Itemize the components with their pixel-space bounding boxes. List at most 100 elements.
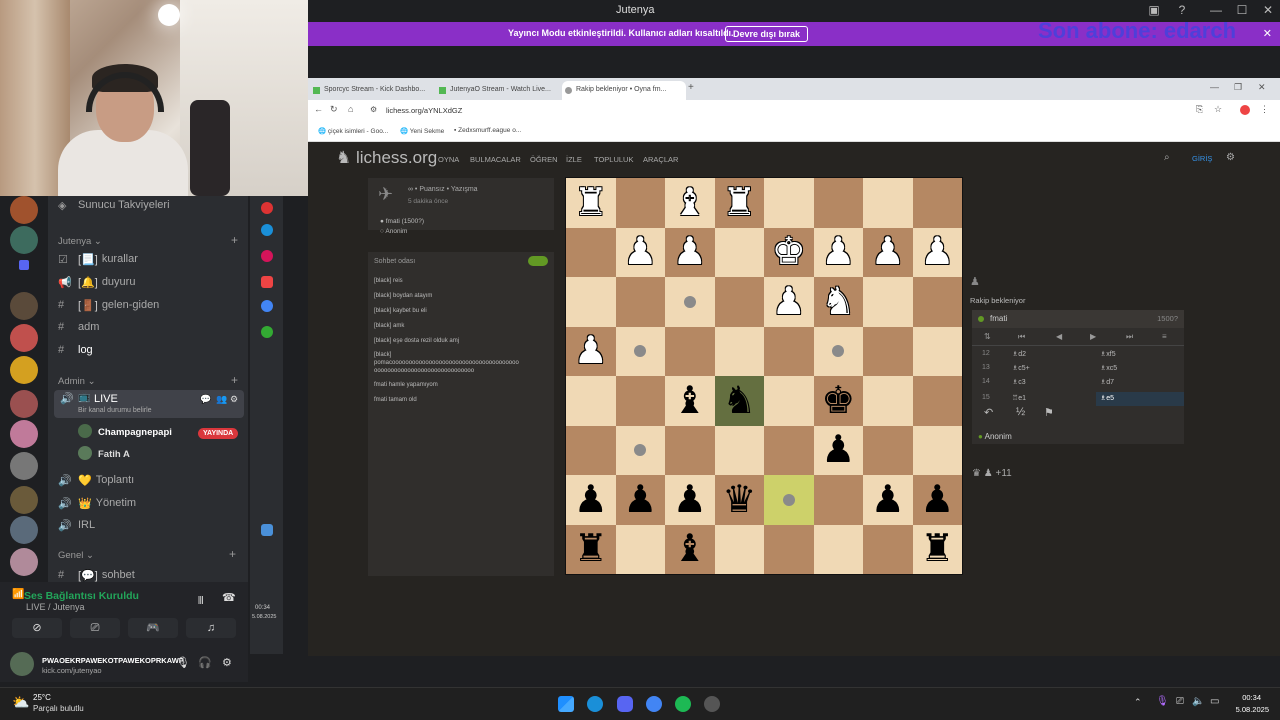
move-hint-dot[interactable] xyxy=(634,444,647,457)
server-icon[interactable] xyxy=(10,516,38,544)
black-bishop-icon[interactable]: ♝ xyxy=(673,382,707,420)
menu-icon[interactable]: ≡ xyxy=(1162,332,1167,341)
noise-suppression-icon[interactable]: 𝍫 xyxy=(198,592,204,611)
board-square[interactable] xyxy=(615,425,665,475)
channel-duyuru[interactable]: 📢 [🔔] duyuru xyxy=(58,273,135,291)
voice-channel-yonetim[interactable]: 🔊 👑 Yönetim xyxy=(58,494,136,512)
black-pawn-icon[interactable]: ♟ xyxy=(574,481,608,519)
server-icon[interactable] xyxy=(10,420,38,448)
disable-streamer-mode-button[interactable]: Devre dışı bırak xyxy=(725,26,809,42)
board-square[interactable] xyxy=(813,475,863,525)
avatar[interactable] xyxy=(10,652,34,676)
board-square[interactable] xyxy=(912,425,962,475)
add-channel-icon[interactable]: + xyxy=(231,373,238,387)
white-pawn-icon[interactable]: ♟ xyxy=(920,233,954,271)
gear-icon[interactable]: ⚙ xyxy=(230,394,238,405)
edge-icon[interactable] xyxy=(261,224,273,236)
category-jutenya[interactable]: Jutenya ⌄ xyxy=(58,236,102,247)
search-icon[interactable]: ⌕ xyxy=(1164,152,1170,163)
draw-offer-icon[interactable]: ½ xyxy=(1016,406,1025,418)
add-channel-icon[interactable]: + xyxy=(231,233,238,247)
username[interactable]: PWAOEKRPAWEKOTPAWEKOPRKAWP xyxy=(42,656,184,665)
voice-channel-irl[interactable]: 🔊 IRL xyxy=(58,516,95,534)
board-square[interactable] xyxy=(764,475,814,525)
voice-channel-toplanti[interactable]: 🔊 💛 Toplantı xyxy=(58,471,134,489)
speaker-icon[interactable]: 🔈 xyxy=(1192,696,1204,707)
server-boosts-item[interactable]: ◈ Sunucu Takviyeleri xyxy=(58,196,170,214)
chat-toggle[interactable] xyxy=(528,256,548,266)
white-rook-icon[interactable]: ♜ xyxy=(722,184,756,222)
board-square[interactable] xyxy=(764,376,814,426)
board-square[interactable] xyxy=(863,277,913,327)
flip-board-icon[interactable]: ⇅ xyxy=(984,332,991,341)
board-square[interactable] xyxy=(912,277,962,327)
white-pawn-icon[interactable]: ♟ xyxy=(623,233,657,271)
spotify-icon[interactable] xyxy=(675,696,691,712)
server-icon[interactable] xyxy=(10,486,38,514)
gear-icon[interactable]: ⚙ xyxy=(222,656,232,669)
black-pawn-icon[interactable]: ♟ xyxy=(821,431,855,469)
board-square[interactable]: ♟ xyxy=(863,227,913,277)
takeback-icon[interactable]: ↶ xyxy=(984,406,993,419)
lichess-logo[interactable]: ♞ lichess.org xyxy=(336,148,437,168)
server-icon[interactable] xyxy=(10,324,38,352)
nav-tools[interactable]: ARAÇLAR xyxy=(643,155,678,164)
board-square[interactable]: ♛ xyxy=(714,475,764,525)
gear-icon[interactable]: ⚙ xyxy=(1226,152,1235,163)
server-icon[interactable] xyxy=(10,356,38,384)
move-hint-dot[interactable] xyxy=(782,493,795,506)
start-icon[interactable] xyxy=(558,696,574,712)
menu-icon[interactable]: ⋮ xyxy=(1260,104,1269,115)
chess-board[interactable]: ♜ ♝ ♜ ♟ ♟ ♚ ♟ ♟ ♟ ♟ ♞ ♟ ♝ ♞ ♚ ♟ ♟ ♟ ♟ ♛ ♟ ♟ ♜ ♝ ♜ xyxy=(565,177,963,575)
board-square[interactable]: ♟ xyxy=(912,227,962,277)
browser-tab[interactable]: Sporcyc Stream - Kick Dashbo... xyxy=(310,81,428,100)
channel-gelen-giden[interactable]: # [🚪] gelen-giden xyxy=(58,296,159,314)
microphone-icon[interactable]: 🎙 xyxy=(176,656,190,669)
channel-status-input[interactable]: Bir kanal durumu belirle xyxy=(78,407,152,414)
board-square[interactable] xyxy=(813,178,863,228)
first-move-icon[interactable]: ⏮ xyxy=(1018,332,1025,342)
board-square[interactable] xyxy=(714,524,764,574)
login-link[interactable]: GİRİŞ xyxy=(1192,154,1212,163)
close-window-icon[interactable]: ✕ xyxy=(1258,3,1278,17)
board-square[interactable]: ♟ xyxy=(566,475,616,525)
board-square[interactable]: ♚ xyxy=(764,227,814,277)
chrome-icon[interactable] xyxy=(261,326,273,338)
chrome-icon[interactable] xyxy=(261,300,273,312)
board-square[interactable] xyxy=(764,524,814,574)
board-square[interactable] xyxy=(665,277,715,327)
board-square[interactable] xyxy=(566,376,616,426)
site-info-icon[interactable]: ⚙ xyxy=(370,105,377,114)
board-square[interactable] xyxy=(615,178,665,228)
disconnect-icon[interactable]: ☎ xyxy=(222,591,236,604)
board-square[interactable] xyxy=(566,425,616,475)
category-genel[interactable]: Genel ⌄ xyxy=(58,550,94,561)
voice-channel-name[interactable]: LIVE / Jutenya xyxy=(26,602,85,612)
move-hint-dot[interactable] xyxy=(832,345,845,358)
board-square[interactable] xyxy=(813,524,863,574)
channel-kurallar[interactable]: ☑ [📃] kurallar xyxy=(58,250,138,268)
nav-community[interactable]: TOPLULUK xyxy=(594,155,633,164)
board-square[interactable] xyxy=(764,326,814,376)
opponent-name[interactable]: fmati xyxy=(990,314,1007,323)
help-icon[interactable]: ? xyxy=(1172,3,1192,17)
board-square[interactable] xyxy=(863,524,913,574)
player-anon[interactable]: ● Anonim xyxy=(978,432,1012,441)
white-pawn-icon[interactable]: ♟ xyxy=(772,283,806,321)
white-knight-icon[interactable]: ♞ xyxy=(821,283,855,321)
board-square[interactable] xyxy=(863,425,913,475)
server-icon[interactable] xyxy=(10,452,38,480)
profile-icon[interactable] xyxy=(1240,105,1250,115)
board-square[interactable]: ♝ xyxy=(665,376,715,426)
black-king-icon[interactable]: ♚ xyxy=(821,382,855,420)
install-icon[interactable]: ⎘ xyxy=(1196,104,1203,115)
black-pawn-icon[interactable]: ♟ xyxy=(673,481,707,519)
soundboard-button[interactable]: ♫ xyxy=(186,618,236,638)
white-pawn-icon[interactable]: ♟ xyxy=(673,233,707,271)
black-bishop-icon[interactable]: ♝ xyxy=(673,530,707,568)
board-square[interactable]: ♝ xyxy=(665,524,715,574)
edge-icon[interactable] xyxy=(587,696,603,712)
board-square[interactable]: ♜ xyxy=(566,178,616,228)
black-pawn-icon[interactable]: ♟ xyxy=(920,481,954,519)
white-pawn-icon[interactable]: ♟ xyxy=(574,332,608,370)
